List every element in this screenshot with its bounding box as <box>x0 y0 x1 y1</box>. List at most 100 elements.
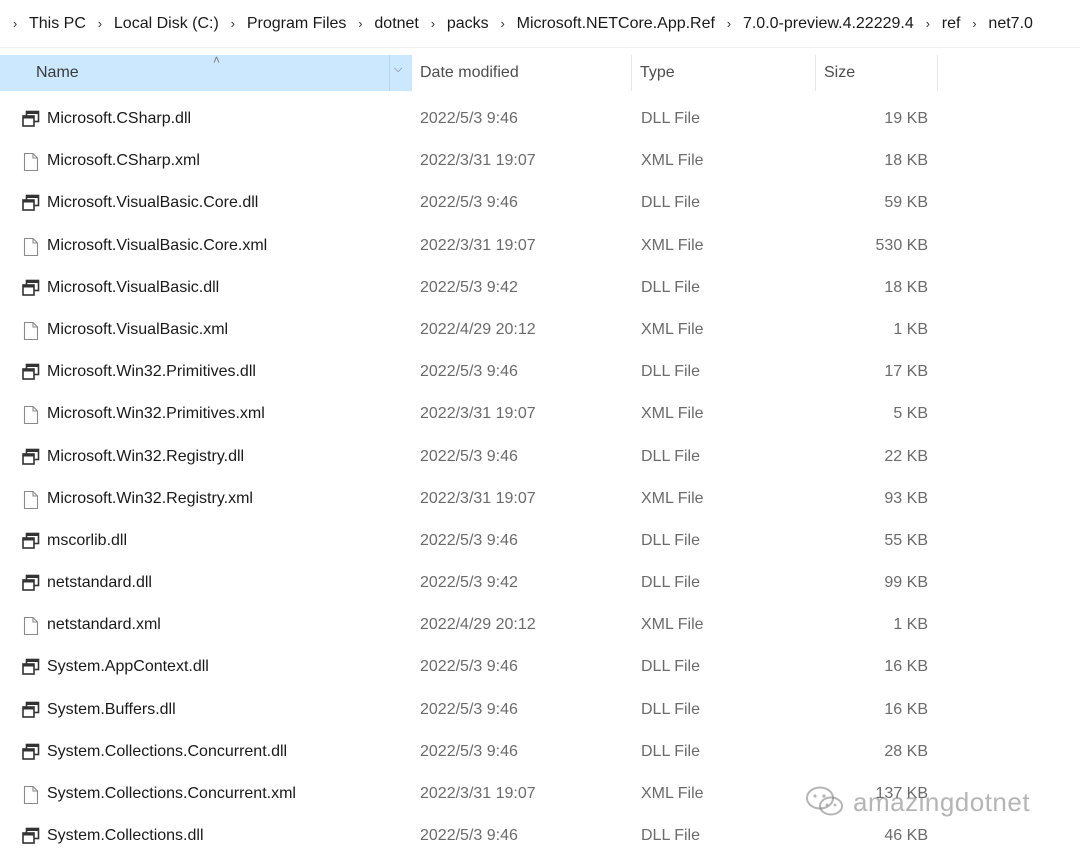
file-type: DLL File <box>641 110 700 127</box>
breadcrumb-item[interactable]: packs <box>444 15 492 33</box>
dll-icon <box>21 562 41 604</box>
file-row[interactable]: System.AppContext.dll 2022/5/3 9:46 DLL Fi… <box>0 646 1080 688</box>
file-type: DLL File <box>641 278 700 296</box>
file-size: 17 KB <box>884 363 928 381</box>
file-name[interactable]: Microsoft.VisualBasic.xml <box>47 309 228 351</box>
breadcrumb-item[interactable]: net7.0 <box>985 15 1035 33</box>
column-header-date-label: Date modified <box>420 64 519 81</box>
column-divider[interactable] <box>389 55 390 91</box>
file-row[interactable]: System.Buffers.dll 2022/5/3 9:46 DLL File 1… <box>0 689 1080 731</box>
breadcrumb-item[interactable]: Program Files <box>244 15 350 33</box>
chevron-right-icon[interactable]: › <box>495 16 511 31</box>
file-size: 59 KB <box>884 194 928 212</box>
chevron-right-icon[interactable]: › <box>920 16 936 31</box>
file-name[interactable]: System.Buffers.dll <box>47 689 176 731</box>
file-size: 28 KB <box>884 742 928 760</box>
file-name[interactable]: Microsoft.Win32.Primitives.dll <box>47 351 256 393</box>
file-name[interactable]: System.AppContext.dll <box>47 646 209 688</box>
file-name[interactable]: Microsoft.VisualBasic.Core.dll <box>47 182 258 224</box>
sort-ascending-icon: ˄ <box>213 53 221 67</box>
chevron-right-icon[interactable]: › <box>352 16 368 31</box>
file-size: 16 KB <box>884 700 928 718</box>
file-name[interactable]: Microsoft.VisualBasic.dll <box>47 267 219 309</box>
file-name[interactable]: mscorlib.dll <box>47 520 127 562</box>
file-row[interactable]: Microsoft.VisualBasic.Core.xml 2022/3/31 … <box>0 225 1080 267</box>
chevron-down-icon[interactable]: ⌵ <box>394 63 402 76</box>
breadcrumb-item[interactable]: Local Disk (C:) <box>111 15 222 33</box>
column-header-size-label: Size <box>824 64 856 81</box>
column-header-name-label: Name <box>36 64 79 81</box>
column-header-name[interactable]: Name ˄ ⌵ <box>0 53 412 91</box>
file-row[interactable]: Microsoft.Win32.Primitives.dll 2022/5/3 9… <box>0 351 1080 393</box>
file-row[interactable]: Microsoft.Win32.Registry.dll 2022/5/3 9:4… <box>0 436 1080 478</box>
chevron-right-icon[interactable]: › <box>92 16 108 31</box>
dll-icon <box>21 98 41 140</box>
file-date: 2022/4/29 20:12 <box>420 616 536 634</box>
file-icon <box>21 140 41 182</box>
file-row[interactable]: mscorlib.dll 2022/5/3 9:46 DLL File 55 KB <box>0 520 1080 562</box>
file-date: 2022/3/31 19:07 <box>420 236 536 254</box>
dll-icon <box>21 436 41 478</box>
file-name[interactable]: Microsoft.Win32.Primitives.xml <box>47 393 265 435</box>
file-row[interactable]: Microsoft.VisualBasic.xml 2022/4/29 20:12… <box>0 309 1080 351</box>
file-name[interactable]: Microsoft.CSharp.xml <box>47 140 200 182</box>
dll-icon <box>21 646 41 688</box>
column-header-date[interactable]: Date modified <box>412 55 632 91</box>
wechat-icon <box>806 786 843 816</box>
file-date: 2022/5/3 9:46 <box>420 658 518 676</box>
file-name[interactable]: netstandard.xml <box>47 604 161 646</box>
chevron-right-icon[interactable]: › <box>966 16 982 31</box>
file-type: XML File <box>641 785 704 802</box>
file-row[interactable]: netstandard.xml 2022/4/29 20:12 XML File 1 … <box>0 604 1080 646</box>
file-date: 2022/3/31 19:07 <box>420 785 536 802</box>
file-row[interactable]: Microsoft.VisualBasic.Core.dll 2022/5/3 9… <box>0 182 1080 224</box>
file-row[interactable]: Microsoft.Win32.Registry.xml 2022/3/31 19… <box>0 478 1080 520</box>
file-date: 2022/5/3 9:46 <box>420 194 518 212</box>
file-size: 55 KB <box>884 531 928 549</box>
dll-icon <box>21 182 41 224</box>
dll-icon <box>21 731 41 773</box>
file-name[interactable]: netstandard.dll <box>47 562 152 604</box>
file-icon <box>21 309 41 351</box>
dll-icon <box>21 815 41 857</box>
file-row[interactable]: Microsoft.VisualBasic.dll 2022/5/3 9:42 DL… <box>0 267 1080 309</box>
chevron-right-icon[interactable]: › <box>425 16 441 31</box>
file-icon <box>21 225 41 267</box>
file-name[interactable]: System.Collections.Concurrent.dll <box>47 731 287 773</box>
file-size: 22 KB <box>884 447 928 465</box>
breadcrumb-item[interactable]: Microsoft.NETCore.App.Ref <box>514 15 718 33</box>
file-row[interactable]: netstandard.dll 2022/5/3 9:42 DLL File 99 K… <box>0 562 1080 604</box>
file-name[interactable]: System.Collections.dll <box>47 815 204 857</box>
watermark-text: amazingdotnet <box>853 786 1031 817</box>
file-date: 2022/5/3 9:42 <box>420 574 518 592</box>
file-name[interactable]: System.Collections.Concurrent.xml <box>47 773 296 815</box>
dll-icon <box>21 689 41 731</box>
chevron-right-icon[interactable]: › <box>225 16 241 31</box>
column-header-size[interactable]: Size <box>816 55 938 91</box>
file-list: Microsoft.CSharp.dll 2022/5/3 9:46 DLL Fil… <box>0 98 1080 857</box>
file-type: DLL File <box>641 194 700 212</box>
file-name[interactable]: Microsoft.VisualBasic.Core.xml <box>47 225 267 267</box>
file-row[interactable]: System.Collections.Concurrent.dll 2022/5/… <box>0 731 1080 773</box>
file-row[interactable]: Microsoft.Win32.Primitives.xml 2022/3/31 … <box>0 393 1080 435</box>
file-type: DLL File <box>641 827 700 845</box>
file-row[interactable]: Microsoft.CSharp.dll 2022/5/3 9:46 DLL Fil… <box>0 98 1080 140</box>
breadcrumb-item[interactable]: This PC <box>26 15 89 33</box>
chevron-right-icon[interactable]: › <box>7 16 23 31</box>
file-date: 2022/5/3 9:46 <box>420 447 518 465</box>
file-size: 18 KB <box>884 152 928 170</box>
chevron-right-icon[interactable]: › <box>721 16 737 31</box>
breadcrumb-item[interactable]: 7.0.0-preview.4.22229.4 <box>740 15 917 33</box>
breadcrumb-item[interactable]: dotnet <box>371 15 421 33</box>
file-row[interactable]: Microsoft.CSharp.xml 2022/3/31 19:07 XML F… <box>0 140 1080 182</box>
file-type: XML File <box>641 236 704 254</box>
file-date: 2022/5/3 9:46 <box>420 700 518 718</box>
file-size: 1 KB <box>893 616 928 634</box>
file-name[interactable]: Microsoft.CSharp.dll <box>47 98 191 140</box>
column-header-type[interactable]: Type <box>632 55 816 91</box>
breadcrumb-item[interactable]: ref <box>939 15 964 33</box>
file-name[interactable]: Microsoft.Win32.Registry.xml <box>47 478 253 520</box>
file-type: DLL File <box>641 574 700 592</box>
file-date: 2022/5/3 9:46 <box>420 363 518 381</box>
file-name[interactable]: Microsoft.Win32.Registry.dll <box>47 436 244 478</box>
